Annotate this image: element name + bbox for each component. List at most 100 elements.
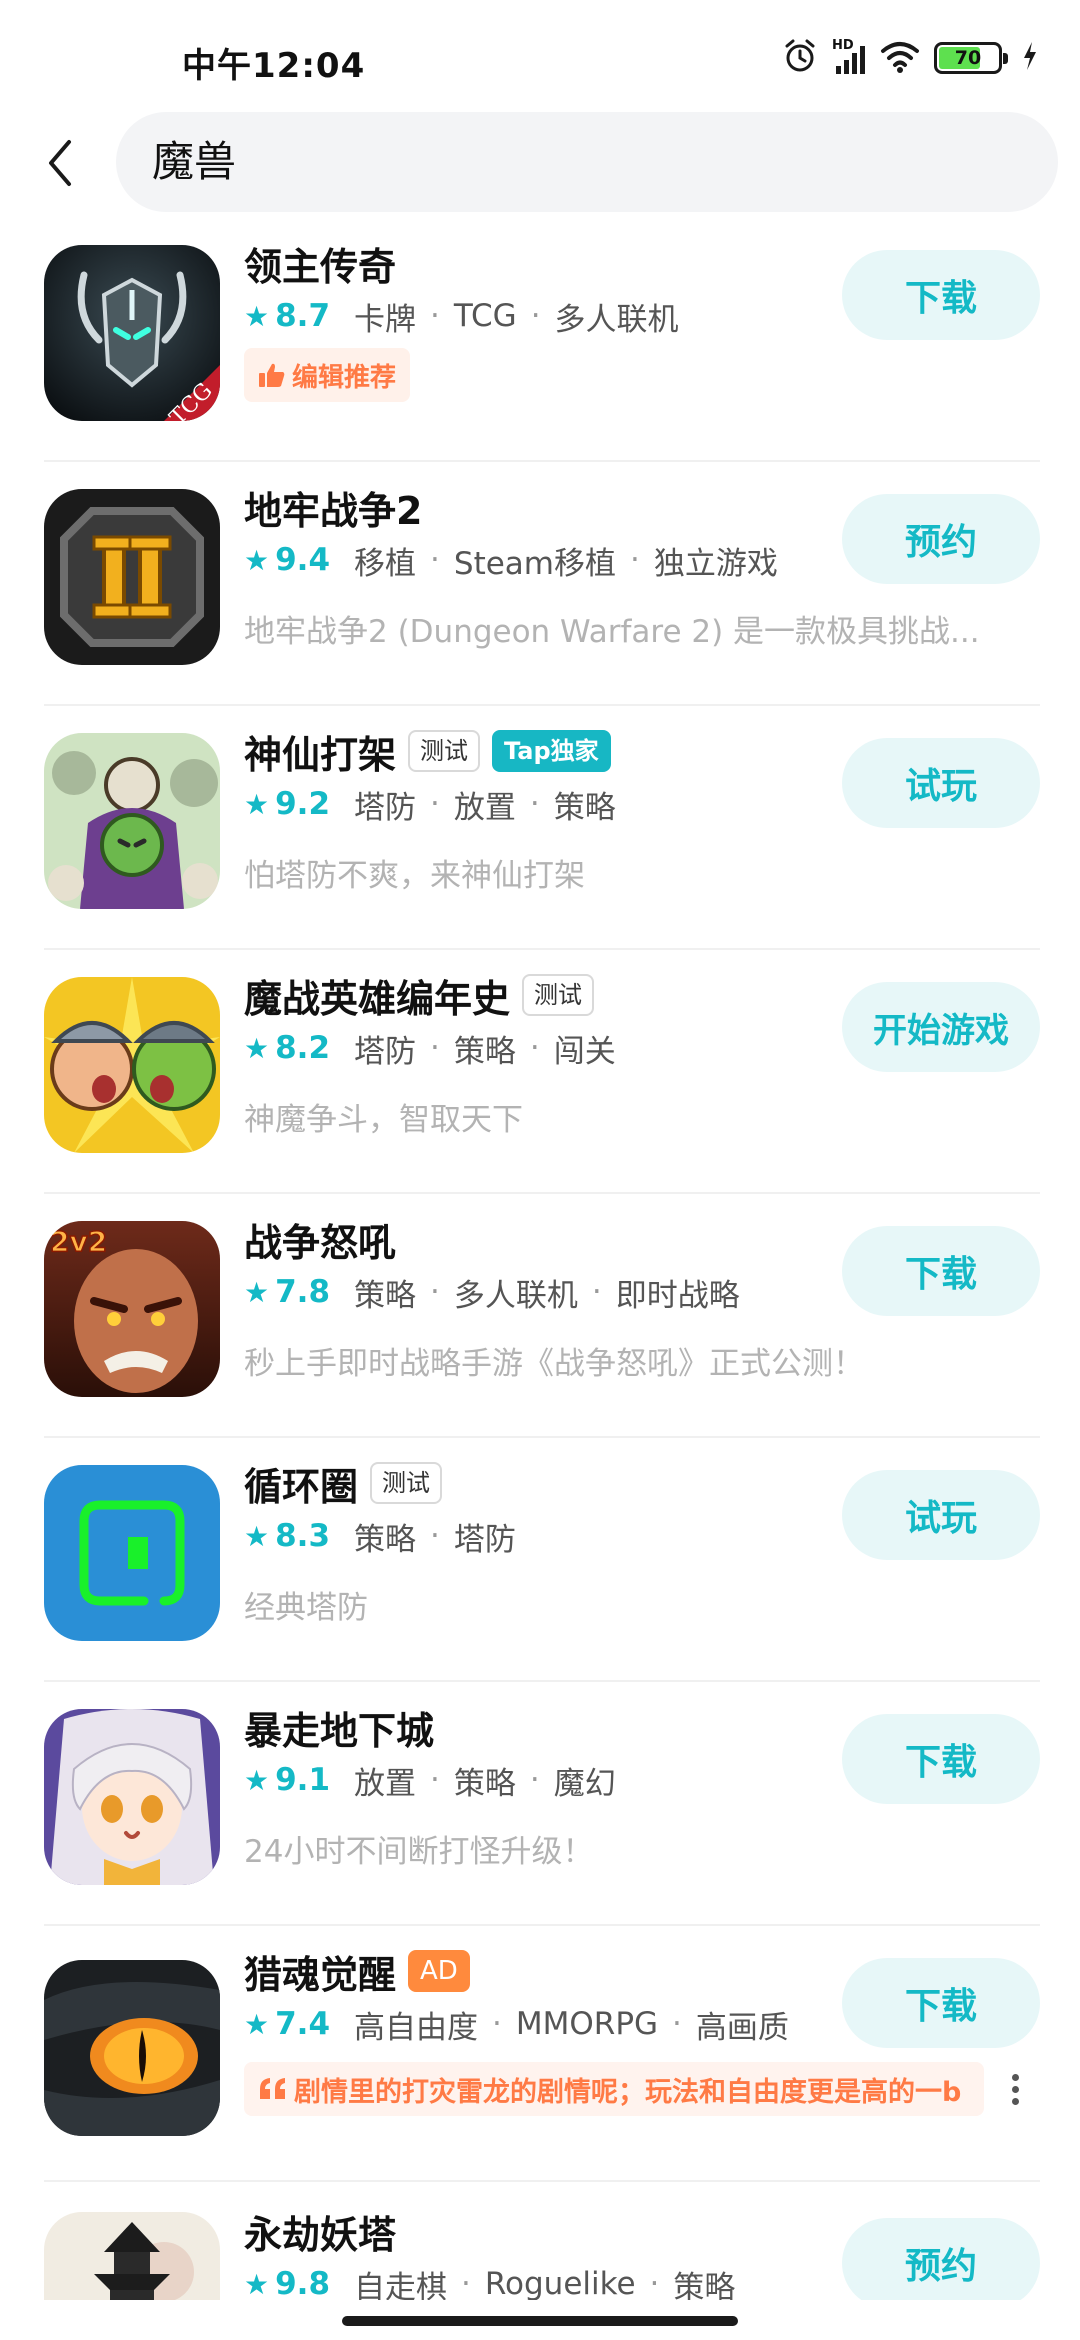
app-icon[interactable] bbox=[44, 489, 220, 665]
star-icon: ★ bbox=[244, 1763, 270, 1797]
editor-recommend-badge: 编辑推荐 bbox=[244, 348, 411, 402]
star-icon: ★ bbox=[244, 2267, 270, 2301]
test-tag: 测试 bbox=[408, 730, 481, 772]
app-rating: 9.4 bbox=[275, 542, 331, 578]
app-meta: ★ 8.3 策略 · 塔防 bbox=[244, 1512, 516, 1560]
app-rating: 8.3 bbox=[275, 1518, 331, 1554]
test-tag: 测试 bbox=[522, 974, 595, 1016]
search-query: 魔兽 bbox=[152, 137, 237, 186]
app-meta: ★ 7.4 高自由度 · MMORPG · 高画质 bbox=[244, 2000, 789, 2048]
thumbs-up-icon bbox=[259, 363, 285, 387]
app-icon[interactable] bbox=[44, 1465, 220, 1641]
app-title: 战争怒吼 bbox=[244, 1220, 397, 1265]
app-rating: 8.2 bbox=[275, 1030, 331, 1066]
app-icon[interactable] bbox=[44, 977, 220, 1153]
category-tag: 策略 bbox=[354, 1521, 417, 1558]
tap-exclusive-tag: Tap独家 bbox=[492, 730, 611, 772]
review-text: 剧情里的打灾雷龙的剧情呢；玩法和自由度更是高的一b bbox=[294, 2076, 962, 2108]
category-tag: 策略 bbox=[553, 789, 616, 826]
star-icon: ★ bbox=[244, 299, 270, 333]
editor-recommend-label: 编辑推荐 bbox=[292, 362, 397, 393]
category-tag: 闯关 bbox=[553, 1033, 616, 1070]
divider bbox=[44, 1192, 1040, 1194]
download-button[interactable]: 下载 bbox=[842, 1226, 1040, 1316]
category-tag: 高画质 bbox=[695, 2009, 789, 2046]
category-tag: 塔防 bbox=[453, 1521, 516, 1558]
charging-icon bbox=[1022, 41, 1038, 75]
category-tag: 塔防 bbox=[354, 789, 417, 826]
quote-icon bbox=[260, 2078, 285, 2099]
download-button[interactable]: 下载 bbox=[842, 1958, 1040, 2048]
more-options-button[interactable] bbox=[1000, 2062, 1030, 2116]
app-meta: ★ 8.2 塔防 · 策略 · 闯关 bbox=[244, 1024, 616, 1072]
app-title: 地牢战争2 bbox=[244, 488, 423, 533]
search-results-list[interactable]: TCG 领主传奇 ★ 8.7 卡牌 · TCG · 多人联机 编辑推荐 下载 地… bbox=[0, 218, 1080, 2300]
signal-icon: HD bbox=[832, 38, 866, 76]
app-rating: 9.8 bbox=[275, 2266, 331, 2300]
search-input[interactable]: 魔兽 bbox=[116, 112, 1058, 212]
divider bbox=[44, 460, 1040, 462]
star-icon: ★ bbox=[244, 2007, 270, 2041]
category-tag: 自走棋 bbox=[354, 2269, 448, 2301]
category-tag: 多人联机 bbox=[554, 301, 679, 338]
app-rating: 9.1 bbox=[275, 1762, 331, 1798]
app-icon[interactable] bbox=[44, 733, 220, 909]
home-indicator[interactable] bbox=[342, 2316, 738, 2326]
category-tag: 移植 bbox=[354, 545, 417, 582]
category-tag: 高自由度 bbox=[354, 2009, 479, 2046]
app-meta: ★ 7.8 策略 · 多人联机 · 即时战略 bbox=[244, 1268, 740, 1316]
battery-level: 70 bbox=[954, 47, 982, 69]
category-tag: 塔防 bbox=[354, 1033, 417, 1070]
category-tag: 放置 bbox=[453, 789, 516, 826]
app-description: 24小时不间断打怪升级！ bbox=[244, 1834, 594, 1870]
app-rating: 9.2 bbox=[275, 786, 331, 822]
app-description: 神魔争斗，智取天下 bbox=[244, 1102, 523, 1138]
divider bbox=[44, 704, 1040, 706]
app-icon[interactable] bbox=[44, 1709, 220, 1885]
app-title: 领主传奇 bbox=[244, 244, 397, 289]
app-title: 猎魂觉醒 bbox=[244, 1952, 397, 1997]
app-icon[interactable] bbox=[44, 2212, 220, 2300]
app-icon[interactable] bbox=[44, 1960, 220, 2136]
app-icon[interactable]: TCG bbox=[44, 245, 220, 421]
category-tag: 独立游戏 bbox=[653, 545, 778, 582]
star-icon: ★ bbox=[244, 543, 270, 577]
app-meta: ★ 9.4 移植 · Steam移植 · 独立游戏 bbox=[244, 536, 778, 584]
app-meta: ★ 9.2 塔防 · 放置 · 策略 bbox=[244, 780, 616, 828]
app-description: 经典塔防 bbox=[244, 1590, 368, 1626]
app-title: 魔战英雄编年史 bbox=[244, 976, 511, 1021]
app-description: 怕塔防不爽，来神仙打架 bbox=[244, 858, 585, 894]
reserve-button[interactable]: 预约 bbox=[842, 2218, 1040, 2300]
battery-cap bbox=[1003, 53, 1008, 64]
divider bbox=[44, 1680, 1040, 1682]
reserve-button[interactable]: 预约 bbox=[842, 494, 1040, 584]
download-button[interactable]: 下载 bbox=[842, 250, 1040, 340]
app-rating: 7.4 bbox=[275, 2006, 331, 2042]
category-tag: 放置 bbox=[354, 1765, 417, 1802]
status-bar: 中午12:04 HD 70 bbox=[0, 0, 1080, 108]
star-icon: ★ bbox=[244, 787, 270, 821]
back-button[interactable] bbox=[30, 126, 90, 200]
try-button[interactable]: 试玩 bbox=[842, 1470, 1040, 1560]
download-button[interactable]: 下载 bbox=[842, 1714, 1040, 1804]
chevron-left-icon bbox=[49, 140, 71, 186]
app-title: 神仙打架 bbox=[244, 732, 397, 777]
category-tag: Steam移植 bbox=[453, 545, 616, 582]
category-tag: 魔幻 bbox=[553, 1765, 616, 1802]
app-rating: 7.8 bbox=[275, 1274, 331, 1310]
start-game-button[interactable]: 开始游戏 bbox=[842, 982, 1040, 1072]
try-button[interactable]: 试玩 bbox=[842, 738, 1040, 828]
ad-tag: AD bbox=[408, 1950, 470, 1992]
app-title: 循环圈 bbox=[244, 1464, 359, 1509]
wifi-icon bbox=[880, 39, 920, 77]
divider bbox=[44, 1436, 1040, 1438]
status-icons: HD 70 bbox=[782, 36, 1038, 80]
star-icon: ★ bbox=[244, 1031, 270, 1065]
2v2-label: 2v2 bbox=[50, 1225, 107, 1258]
app-description: 秒上手即时战略手游《战争怒吼》正式公测！ bbox=[244, 1346, 864, 1382]
review-quote-badge: 剧情里的打灾雷龙的剧情呢；玩法和自由度更是高的一b bbox=[244, 2062, 984, 2116]
divider bbox=[44, 948, 1040, 950]
app-meta: ★ 9.1 放置 · 策略 · 魔幻 bbox=[244, 1756, 616, 1804]
app-icon[interactable]: 2v2 bbox=[44, 1221, 220, 1397]
category-tag: 策略 bbox=[453, 1033, 516, 1070]
